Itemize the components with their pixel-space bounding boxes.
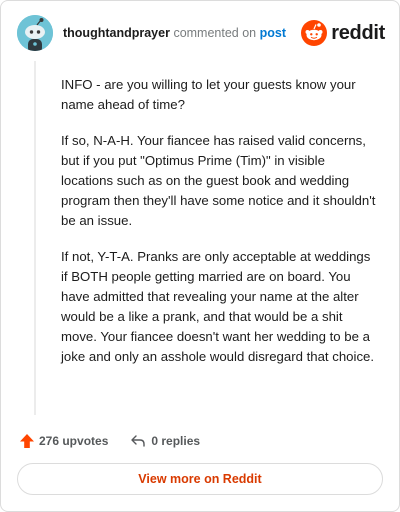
upvote-arrow-icon: [20, 434, 34, 448]
comment-body: INFO - are you willing to let your guest…: [61, 75, 379, 383]
post-link[interactable]: post: [260, 26, 286, 40]
comment-header: thoughtandprayer commented on post reddi…: [17, 15, 385, 51]
reddit-logo-icon: [301, 20, 328, 46]
embedded-comment-card: thoughtandprayer commented on post reddi…: [0, 0, 400, 512]
replies-button[interactable]: 0 replies: [130, 434, 200, 448]
comment-paragraph: INFO - are you willing to let your guest…: [61, 77, 356, 112]
snoo-avatar-icon: [17, 15, 53, 51]
user-avatar[interactable]: [17, 15, 53, 51]
reddit-brand[interactable]: reddit: [301, 19, 385, 47]
username-link[interactable]: thoughtandprayer: [63, 26, 170, 40]
comment-paragraph: If so, N-A-H. Your fiancee has raised va…: [61, 133, 376, 228]
comment-paragraph: If not, Y-T-A. Pranks are only acceptabl…: [61, 249, 375, 364]
upvote-button[interactable]: 276 upvotes: [19, 433, 108, 449]
reply-arrow-icon: [131, 435, 146, 447]
comment-actions: 276 upvotes 0 replies: [19, 431, 200, 451]
action-text: commented on: [173, 26, 257, 40]
upvote-count: 276 upvotes: [39, 434, 109, 448]
comment-meta: thoughtandprayer commented on post: [63, 26, 286, 40]
view-more-button[interactable]: View more on Reddit: [17, 463, 383, 495]
replies-count: 0 replies: [151, 434, 201, 448]
thread-line: [34, 61, 36, 415]
brand-wordmark: reddit: [331, 21, 385, 44]
